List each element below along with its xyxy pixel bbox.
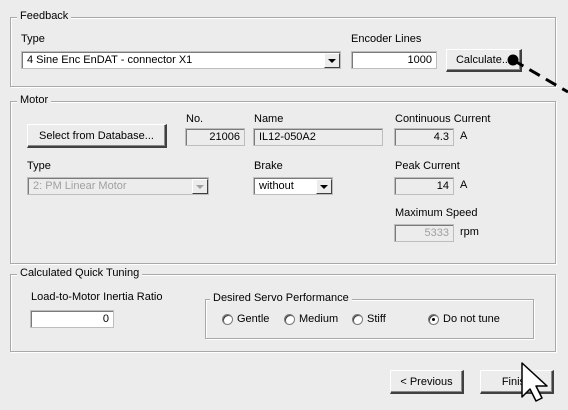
annotation-callout [507,54,568,94]
callout-dot [507,54,519,66]
callout-dashed-line [512,58,568,94]
mouse-cursor-icon [521,362,548,402]
